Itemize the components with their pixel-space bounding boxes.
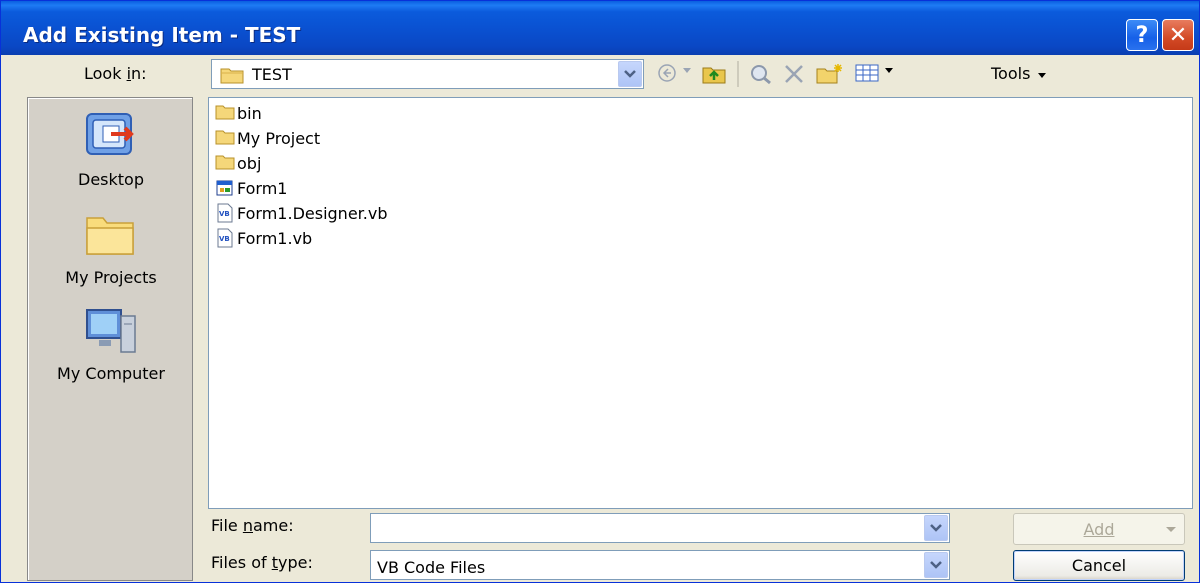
file-name: obj xyxy=(237,153,262,173)
vb-file-icon: VB xyxy=(215,203,235,223)
file-name: My Project xyxy=(237,128,321,148)
views-icon[interactable] xyxy=(855,63,879,83)
file-name-label: File name: xyxy=(211,516,294,535)
help-button[interactable]: ? xyxy=(1126,19,1158,51)
place-my-computer-label: My Computer xyxy=(57,364,165,383)
close-icon: ✕ xyxy=(1168,22,1188,48)
tools-menu[interactable]: Tools xyxy=(991,64,1046,83)
chevron-down-icon[interactable] xyxy=(618,61,642,87)
folder-icon xyxy=(215,103,235,123)
file-name: Form1.vb xyxy=(237,228,313,248)
delete-icon[interactable] xyxy=(783,63,805,85)
add-existing-item-dialog: Add Existing Item - TEST ? ✕ Look in: TE… xyxy=(0,0,1200,583)
close-button[interactable]: ✕ xyxy=(1162,19,1194,51)
chevron-down-icon[interactable] xyxy=(924,515,948,541)
look-in-label: Look in: xyxy=(84,64,147,83)
file-type-label: Files of type: xyxy=(211,553,313,572)
add-dropdown-icon[interactable] xyxy=(1166,527,1176,533)
file-name: bin xyxy=(237,103,262,123)
list-item[interactable]: Form1 xyxy=(215,176,287,200)
form-icon xyxy=(215,178,235,198)
folder-icon xyxy=(215,128,235,148)
folder-icon xyxy=(220,66,244,88)
computer-icon xyxy=(81,309,141,360)
up-folder-icon[interactable] xyxy=(701,63,727,85)
svg-text:VB: VB xyxy=(219,235,230,243)
place-desktop-label: Desktop xyxy=(78,170,144,189)
views-dropdown-icon[interactable] xyxy=(885,68,893,74)
back-icon[interactable] xyxy=(657,63,677,83)
place-my-projects[interactable]: My Projects xyxy=(28,210,194,287)
new-folder-icon[interactable] xyxy=(815,63,843,85)
file-list[interactable]: bin My Project obj Form1 VB Form1.Design… xyxy=(208,97,1193,509)
look-in-dropdown[interactable]: TEST xyxy=(211,59,644,89)
cancel-button-label: Cancel xyxy=(1071,556,1127,575)
title-bar[interactable]: Add Existing Item - TEST ? ✕ xyxy=(1,1,1199,55)
list-item[interactable]: My Project xyxy=(215,126,320,150)
place-my-computer[interactable]: My Computer xyxy=(28,304,194,383)
vb-file-icon: VB xyxy=(215,228,235,248)
folder-icon xyxy=(81,217,141,264)
list-item[interactable]: bin xyxy=(215,101,262,125)
add-button[interactable]: Add xyxy=(1013,513,1185,545)
desktop-icon xyxy=(81,113,141,166)
add-button-label: Add xyxy=(1083,519,1115,539)
chevron-down-icon[interactable] xyxy=(924,552,948,578)
help-icon: ? xyxy=(1135,22,1149,48)
file-type-value: VB Code Files xyxy=(377,558,486,577)
place-desktop[interactable]: Desktop xyxy=(28,110,194,189)
search-web-icon[interactable] xyxy=(749,63,773,85)
file-name: Form1 xyxy=(237,178,288,198)
list-item[interactable]: VB Form1.vb xyxy=(215,226,312,250)
places-bar: Desktop My Projects My Computer xyxy=(27,97,193,581)
back-dropdown-icon[interactable] xyxy=(683,68,691,74)
folder-icon xyxy=(215,153,235,173)
toolbar-separator xyxy=(737,61,739,87)
list-item[interactable]: VB Form1.Designer.vb xyxy=(215,201,387,225)
list-item[interactable]: obj xyxy=(215,151,261,175)
toolbar: Tools xyxy=(657,59,1077,89)
svg-text:VB: VB xyxy=(219,210,230,218)
file-name: Form1.Designer.vb xyxy=(237,203,388,223)
place-my-projects-label: My Projects xyxy=(65,268,157,287)
cancel-button[interactable]: Cancel xyxy=(1013,550,1185,581)
file-type-dropdown[interactable]: VB Code Files xyxy=(370,550,950,580)
file-name-input[interactable] xyxy=(370,513,950,543)
tools-menu-label: Tools xyxy=(991,64,1031,83)
look-in-value: TEST xyxy=(252,65,292,84)
window-title: Add Existing Item - TEST xyxy=(23,23,301,47)
